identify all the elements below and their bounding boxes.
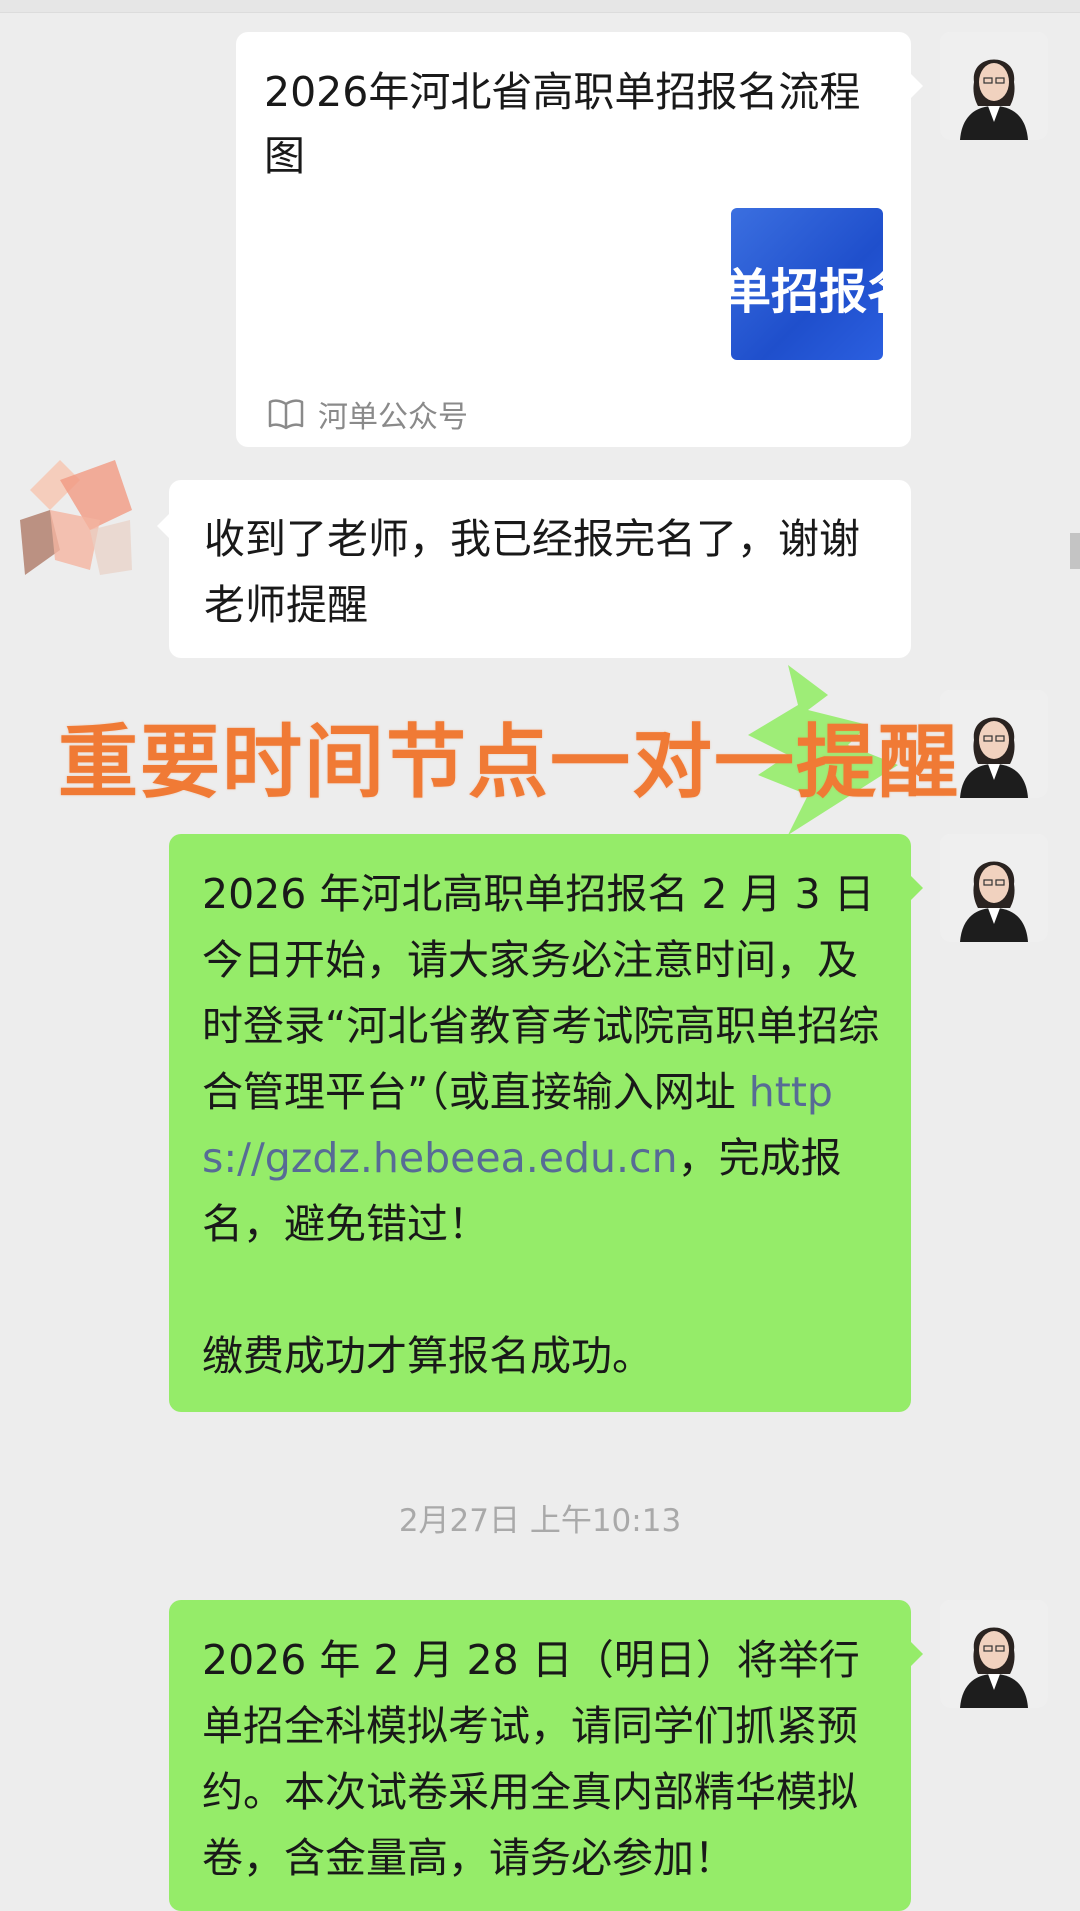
teacher-message-text: 2026 年 2 月 28 日（明日）将举行单招全科模拟考试，请同学们抓紧预约。…: [202, 1636, 860, 1882]
card-source: 河单公众号: [268, 392, 468, 436]
card-thumbnail-text: 单招报名: [731, 264, 883, 320]
message-timestamp: 2月27日 上午10:13: [398, 1503, 682, 1539]
teacher-message-bubble[interactable]: 2026 年河北高职单招报名 2 月 3 日今日开始，请大家务必注意时间，及时登…: [169, 834, 911, 1412]
teacher-avatar[interactable]: [940, 32, 1048, 140]
teacher-message-text: 2026 年河北高职单招报名 2 月 3 日今日开始，请大家务必注意时间，及时登…: [169, 834, 911, 1389]
person-icon: [940, 834, 1048, 942]
book-open-icon: [268, 399, 304, 430]
bubble-tail: [157, 514, 169, 538]
teacher-message-bubble[interactable]: 2026 年 2 月 28 日（明日）将举行单招全科模拟考试，请同学们抓紧预约。…: [169, 1600, 911, 1911]
card-source-label: 河单公众号: [318, 400, 468, 435]
scrollbar-thumb[interactable]: [1070, 533, 1080, 569]
teacher-avatar[interactable]: [940, 834, 1048, 942]
student-message-bubble[interactable]: 收到了老师，我已经报完名了，谢谢老师提醒: [169, 480, 911, 658]
person-icon: [940, 32, 1048, 140]
link-card[interactable]: 2026年河北省高职单招报名流程图 单招报名 河单公众号: [236, 32, 911, 447]
bubble-tail: [911, 74, 923, 98]
bubble-tail: [911, 1642, 923, 1666]
top-divider: [0, 0, 1080, 13]
student-message-text: 收到了老师，我已经报完名了，谢谢老师提醒: [204, 515, 860, 629]
student-avatar[interactable]: [20, 450, 132, 580]
card-thumbnail: 单招报名: [731, 208, 883, 360]
bubble-tail: [911, 876, 923, 900]
person-icon: [940, 1600, 1048, 1708]
overlay-caption: 重要时间节点一对一提醒: [58, 716, 960, 809]
teacher-avatar[interactable]: [940, 1600, 1048, 1708]
card-title: 2026年河北省高职单招报名流程图: [264, 68, 861, 180]
